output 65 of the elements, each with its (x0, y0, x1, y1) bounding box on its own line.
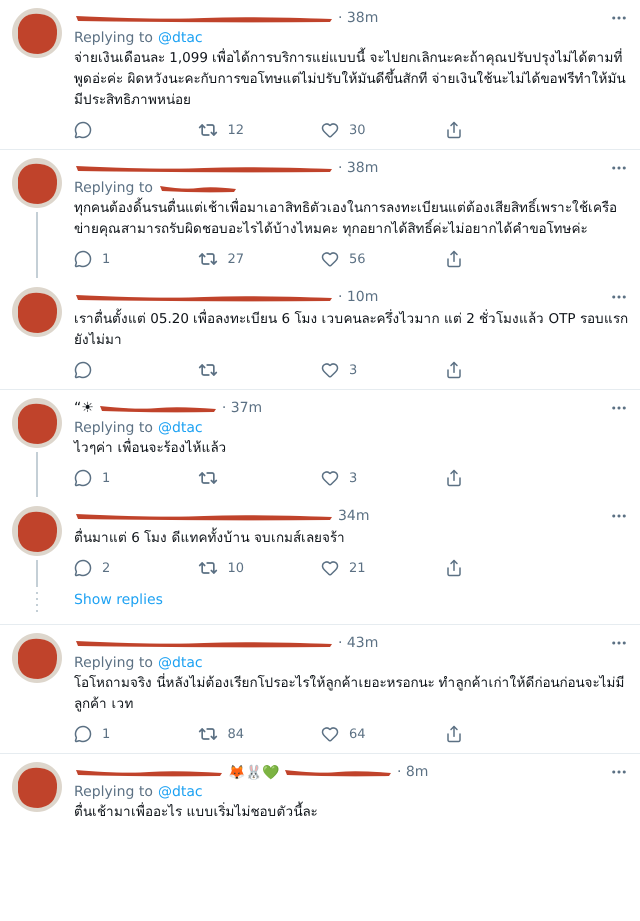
like-icon[interactable] (321, 250, 339, 268)
replying-label: Replying to (74, 30, 153, 46)
like-count: 30 (349, 122, 366, 138)
retweet-count: 84 (228, 726, 244, 742)
replying-label: Replying to (74, 420, 153, 436)
reply-icon[interactable] (74, 121, 92, 139)
tweet-text: ไวๆค่า เพื่อนจะร้องไห้แล้ว (74, 438, 228, 458)
like-count: 3 (349, 470, 358, 486)
tweet-time: · 10m (338, 289, 378, 305)
tweet-time: · 38m (338, 10, 378, 26)
share-icon[interactable] (444, 725, 462, 743)
retweet-count: 10 (228, 560, 244, 576)
reply-icon[interactable] (74, 559, 92, 577)
tweet-time: · 37m (222, 400, 262, 416)
redacted-avatar (12, 506, 62, 556)
tweet-text: โอโหถามจริง นี่หลังไม่ต้องเรียกโปรอะไรให้ลูกค้าเยอะหรอกนะ ทำลูกค้าเก่าให้ดีก่อนก่อนจะไม่มีลูกค้า เวท (74, 673, 626, 714)
like-icon[interactable] (321, 361, 339, 379)
user-name: “☀ (74, 400, 94, 416)
tweet-text: ทุกคนต้องดิ้นรนตื่นแต่เช้าเพื่อมาเอาสิทธิตัวเองในการลงทะเบียนแต่ต้องเสียสิทธิ์เพราะใช้เครือข่ายคุณสามารถรับผิดชอบอะไรได้บ้างไหมคะ ทุกอยากได้สิทธิ์ค่ะไม่อยากได้คำขอโทษค่ะ (74, 198, 628, 240)
like-icon[interactable] (321, 469, 339, 487)
reply-icon[interactable] (74, 250, 92, 268)
user-name: 🦊🐰💚 (228, 764, 279, 780)
tweet-text: ตื่นมาแต่ 6 โมง ดีแทคทั้งบ้าน จบเกมส์เลยจร้า (74, 528, 628, 549)
redacted-avatar (12, 762, 62, 812)
like-icon[interactable] (321, 121, 339, 139)
like-count: 21 (349, 560, 366, 576)
like-icon[interactable] (321, 725, 339, 743)
tweet-text: ตื่นเช้ามาเพื่ออะไร แบบเริ่มไม่ชอบตัวนี้ละ (74, 802, 628, 823)
tweet-time: · 38m (338, 160, 378, 176)
like-count: 64 (349, 726, 366, 742)
reply-icon[interactable] (74, 361, 92, 379)
replying-label: Replying to (74, 180, 153, 196)
mention-link[interactable]: @dtac (158, 784, 203, 800)
redacted-avatar (12, 158, 62, 208)
retweet-count: 12 (228, 122, 244, 138)
tweet-text: เราตื่นตั้งแต่ 05.20 เพื่อลงทะเบียน 6 โมง เวบคนละครึ่งไวมาก แต่ 2 ชั่วโมงแล้ว OTP รอบแรกยังไม่มา (74, 309, 628, 351)
mention-link[interactable]: @dtac (158, 420, 203, 436)
like-count: 56 (349, 252, 366, 266)
like-count: 3 (349, 362, 358, 378)
redacted-avatar (12, 633, 62, 683)
reply-count: 1 (102, 726, 110, 742)
share-icon[interactable] (444, 361, 462, 379)
tweet-time: · 8m (397, 764, 428, 780)
share-icon[interactable] (444, 559, 462, 577)
tweet-time: 34m (338, 508, 370, 524)
redacted-avatar (12, 8, 62, 58)
share-icon[interactable] (444, 469, 462, 487)
reply-count: 1 (102, 470, 110, 486)
retweet-count: 27 (228, 252, 244, 266)
share-icon[interactable] (444, 250, 462, 268)
replying-label: Replying to (74, 655, 153, 671)
tweet-text: จ่ายเงินเดือนละ 1,099 เพื่อได้การบริการแย่แบบนี้ จะไปยกเลิกนะคะถ้าคุณปรับปรุงไม่ได้ตามที่พูดอ่ะค่ะ ผิดหวังนะคะกับการขอโทษแต่ไม่ปรับให้มันดีขึ้นสักที จ่ายเงินใช้นะไม่ได้ขอฟรีทำให้มันมีประสิทธิภาพหน่อย (74, 48, 628, 111)
mention-link[interactable]: @dtac (158, 655, 203, 671)
replying-label: Replying to (74, 784, 153, 800)
like-icon[interactable] (321, 559, 339, 577)
mention-link[interactable]: @dtac (158, 30, 203, 46)
tweet-time: · 43m (338, 635, 378, 651)
reply-count: 2 (102, 560, 110, 576)
redacted-avatar (12, 287, 62, 337)
share-icon[interactable] (444, 121, 462, 139)
redacted-avatar (12, 398, 62, 448)
reply-count: 1 (102, 252, 110, 266)
reply-icon[interactable] (74, 725, 92, 743)
show-replies-link[interactable]: Show replies (74, 592, 163, 612)
reply-icon[interactable] (74, 469, 92, 487)
